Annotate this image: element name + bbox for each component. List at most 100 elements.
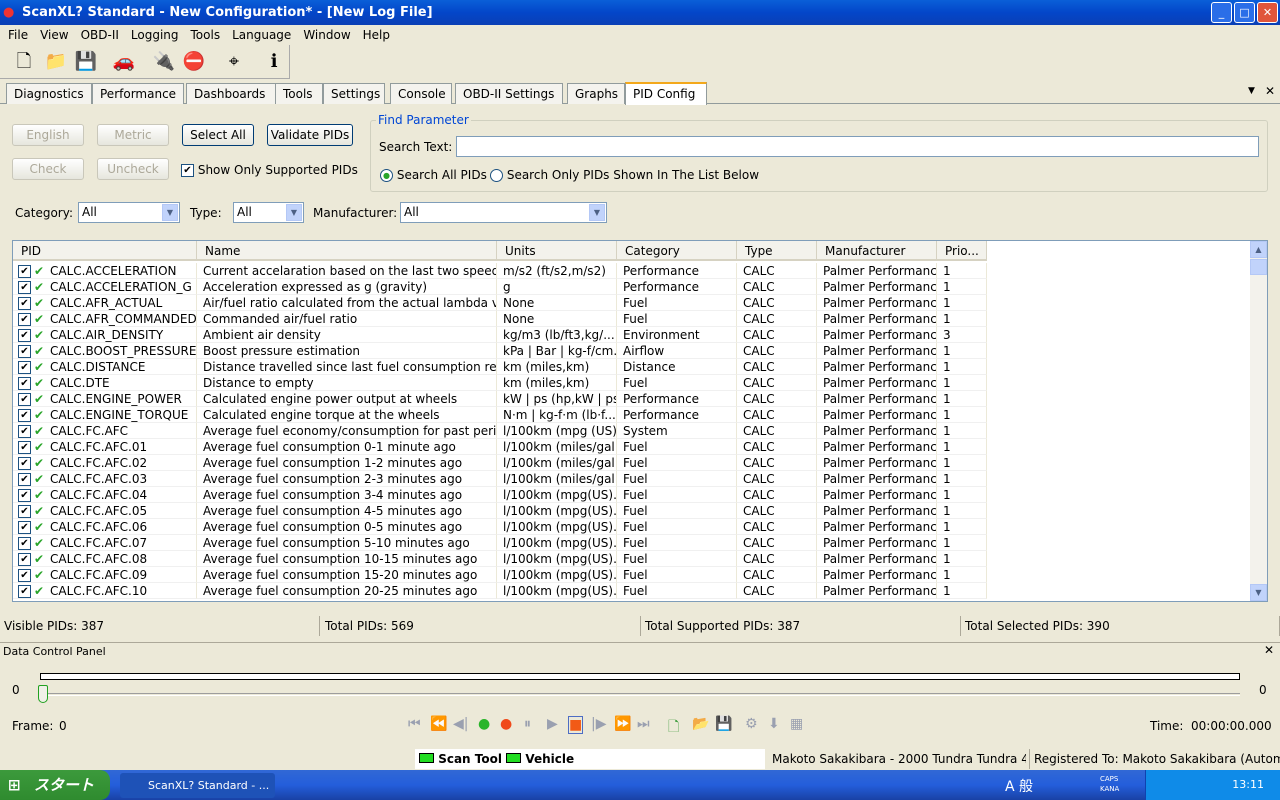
slider-thumb[interactable] <box>38 685 48 703</box>
table-row[interactable]: ✔ ✔ CALC.ENGINE_POWER Calculated engine pow… <box>13 391 1251 407</box>
type-select[interactable]: All ▼ <box>233 202 304 223</box>
tab-console[interactable]: Console <box>390 83 452 104</box>
close-tab-icon[interactable]: ✕ <box>1265 84 1275 98</box>
category-select[interactable]: All ▼ <box>78 202 180 223</box>
row-checkbox[interactable]: ✔ <box>18 585 31 598</box>
pause-icon[interactable]: ⏸ <box>524 716 531 732</box>
column-header-4[interactable]: Type <box>737 241 817 261</box>
start-button[interactable]: ⊞ スタート <box>0 770 110 800</box>
save-icon[interactable]: 💾 <box>74 50 98 74</box>
uncheck-button[interactable]: Uncheck <box>97 158 169 180</box>
record-green-icon[interactable]: ● <box>478 716 490 732</box>
ime-indicator[interactable]: A 般 <box>1005 776 1033 796</box>
table-row[interactable]: ✔ ✔ CALC.DISTANCE Distance travelled since … <box>13 359 1251 375</box>
row-checkbox[interactable]: ✔ <box>18 537 31 550</box>
info-icon[interactable]: ℹ <box>262 50 286 74</box>
menu-view[interactable]: View <box>40 28 68 42</box>
english-button[interactable]: English <box>12 124 84 146</box>
open-log-icon[interactable]: 📂 <box>692 716 709 732</box>
metric-button[interactable]: Metric <box>97 124 169 146</box>
check-button[interactable]: Check <box>12 158 84 180</box>
row-checkbox[interactable]: ✔ <box>18 441 31 454</box>
maximize-button[interactable]: □ <box>1234 2 1255 23</box>
connect-icon[interactable]: 🔌 <box>152 50 176 74</box>
table-row[interactable]: ✔ ✔ CALC.AFR_COMMANDED Commanded air/fuel r… <box>13 311 1251 327</box>
row-checkbox[interactable]: ✔ <box>18 425 31 438</box>
table-row[interactable]: ✔ ✔ CALC.ACCELERATION_G Acceleration expres… <box>13 279 1251 295</box>
table-row[interactable]: ✔ ✔ CALC.AFR_ACTUAL Air/fuel ratio calculat… <box>13 295 1251 311</box>
table-row[interactable]: ✔ ✔ CALC.DTE Distance to empty km (miles,km)… <box>13 375 1251 391</box>
select-all-button[interactable]: Select All <box>182 124 254 146</box>
tab-menu-icon[interactable]: ▼ <box>1248 86 1255 96</box>
row-checkbox[interactable]: ✔ <box>18 409 31 422</box>
tab-settings[interactable]: Settings <box>323 83 385 104</box>
table-row[interactable]: ✔ ✔ CALC.FC.AFC.03 Average fuel consumption… <box>13 471 1251 487</box>
column-header-5[interactable]: Manufacturer <box>817 241 937 261</box>
tab-pid-config[interactable]: PID Config <box>625 82 707 105</box>
stop-icon[interactable]: ■ <box>568 716 584 734</box>
save-log-icon[interactable]: 💾 <box>715 716 732 732</box>
open-folder-icon[interactable]: 📁 <box>44 50 68 74</box>
table-row[interactable]: ✔ ✔ CALC.ACCELERATION Current accelaration … <box>13 263 1251 279</box>
column-header-6[interactable]: Prio... <box>937 241 987 261</box>
table-row[interactable]: ✔ ✔ CALC.BOOST_PRESSURE Boost pressure esti… <box>13 343 1251 359</box>
last-icon[interactable]: ⏭ <box>637 716 650 732</box>
menu-obdii[interactable]: OBD-II <box>81 28 119 42</box>
table-row[interactable]: ✔ ✔ CALC.FC.AFC.01 Average fuel consumption… <box>13 439 1251 455</box>
radio-search-all[interactable]: ● Search All PIDs <box>380 168 487 182</box>
menu-window[interactable]: Window <box>303 28 350 42</box>
play-icon[interactable]: ▶ <box>547 716 558 732</box>
table-row[interactable]: ✔ ✔ CALC.FC.AFC.06 Average fuel consumption… <box>13 519 1251 535</box>
search-text-input[interactable] <box>456 136 1259 157</box>
table-row[interactable]: ✔ ✔ CALC.FC.AFC.05 Average fuel consumption… <box>13 503 1251 519</box>
row-checkbox[interactable]: ✔ <box>18 377 31 390</box>
scroll-thumb[interactable] <box>1250 259 1267 275</box>
row-checkbox[interactable]: ✔ <box>18 361 31 374</box>
step-back-icon[interactable]: ◀| <box>453 716 468 732</box>
row-checkbox[interactable]: ✔ <box>18 313 31 326</box>
menu-help[interactable]: Help <box>363 28 390 42</box>
validate-pids-button[interactable]: Validate PIDs <box>267 124 353 146</box>
new-log-icon[interactable]: 🗋 <box>668 716 679 740</box>
column-header-2[interactable]: Units <box>497 241 617 261</box>
menu-file[interactable]: File <box>8 28 28 42</box>
row-checkbox[interactable]: ✔ <box>18 521 31 534</box>
row-checkbox[interactable]: ✔ <box>18 553 31 566</box>
table-row[interactable]: ✔ ✔ CALC.FC.AFC.02 Average fuel consumption… <box>13 455 1251 471</box>
row-checkbox[interactable]: ✔ <box>18 329 31 342</box>
menu-tools[interactable]: Tools <box>191 28 221 42</box>
table-row[interactable]: ✔ ✔ CALC.FC.AFC.10 Average fuel consumption… <box>13 583 1251 599</box>
fast-forward-icon[interactable]: ⏩ <box>614 716 631 732</box>
manufacturer-select[interactable]: All ▼ <box>400 202 607 223</box>
scroll-down-icon[interactable]: ▼ <box>1250 584 1267 601</box>
row-checkbox[interactable]: ✔ <box>18 505 31 518</box>
rewind-icon[interactable]: ⏪ <box>430 716 447 732</box>
tab-tools[interactable]: Tools <box>275 83 323 104</box>
row-checkbox[interactable]: ✔ <box>18 489 31 502</box>
tab-diagnostics[interactable]: Diagnostics <box>6 83 92 104</box>
step-forward-icon[interactable]: |▶ <box>591 716 606 732</box>
row-checkbox[interactable]: ✔ <box>18 345 31 358</box>
grid-icon[interactable]: ▦ <box>790 716 803 732</box>
row-checkbox[interactable]: ✔ <box>18 473 31 486</box>
download-icon[interactable]: ⬇ <box>768 716 780 732</box>
table-row[interactable]: ✔ ✔ CALC.FC.AFC Average fuel economy/consum… <box>13 423 1251 439</box>
first-icon[interactable]: ⏮ <box>408 716 421 732</box>
menu-logging[interactable]: Logging <box>131 28 179 42</box>
column-header-1[interactable]: Name <box>197 241 497 261</box>
tab-obd-ii-settings[interactable]: OBD-II Settings <box>455 83 563 104</box>
tab-performance[interactable]: Performance <box>92 83 184 104</box>
settings-icon[interactable]: ⚙ <box>745 716 758 732</box>
tab-graphs[interactable]: Graphs <box>567 83 625 104</box>
menu-language[interactable]: Language <box>232 28 291 42</box>
close-button[interactable]: ✕ <box>1257 2 1278 23</box>
column-header-0[interactable]: PID <box>13 241 197 261</box>
row-checkbox[interactable]: ✔ <box>18 569 31 582</box>
column-header-3[interactable]: Category <box>617 241 737 261</box>
tab-dashboards[interactable]: Dashboards <box>186 83 283 104</box>
row-checkbox[interactable]: ✔ <box>18 297 31 310</box>
fit-icon[interactable]: ⌖ <box>222 50 246 74</box>
taskbar-item-scanxl[interactable]: ScanXL? Standard - ... <box>120 773 275 798</box>
minimize-button[interactable]: _ <box>1211 2 1232 23</box>
table-row[interactable]: ✔ ✔ CALC.FC.AFC.07 Average fuel consumption… <box>13 535 1251 551</box>
